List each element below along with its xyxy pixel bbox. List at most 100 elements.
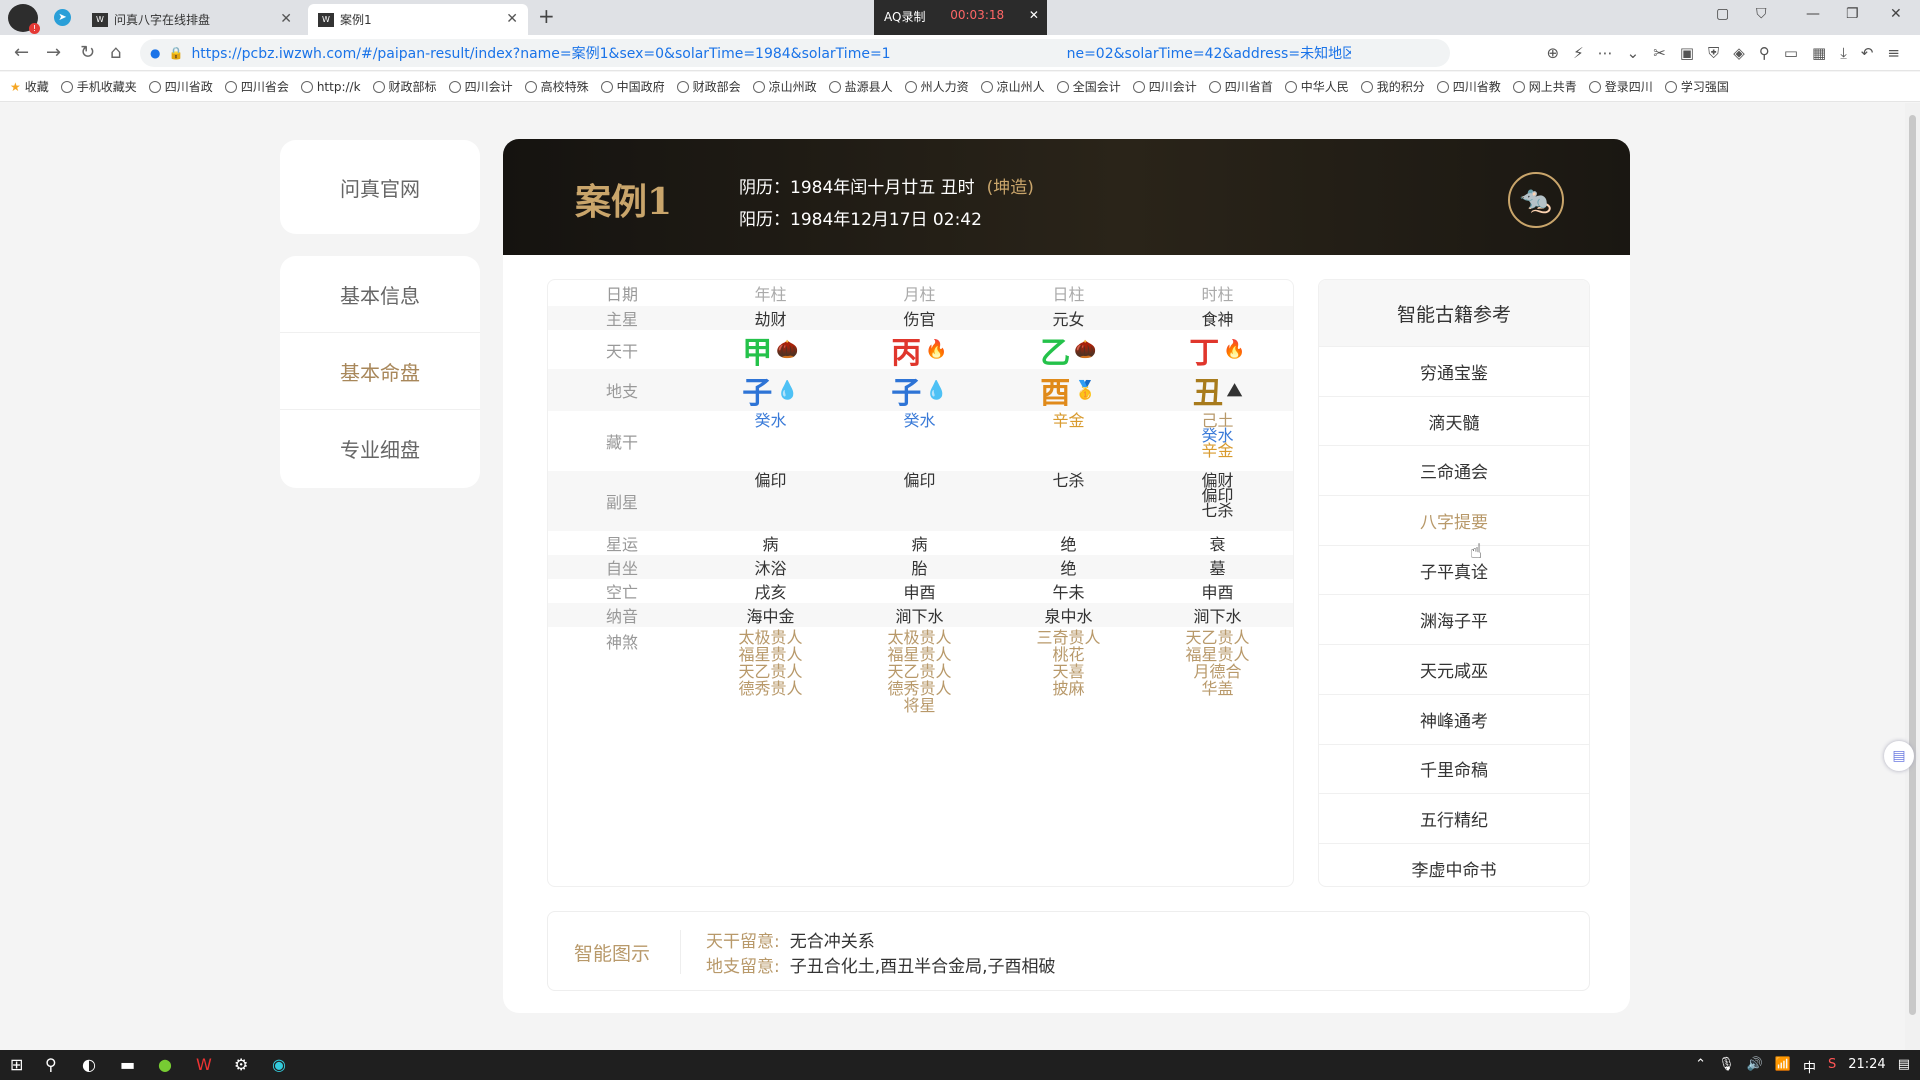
shensha-item[interactable]: 德秀贵人	[738, 680, 802, 697]
bookmark-item[interactable]: 网上共青	[1512, 78, 1577, 95]
book-item[interactable]: 天元咸巫	[1319, 644, 1589, 694]
scissors-icon[interactable]: ✂	[1653, 44, 1666, 62]
tab-count-icon[interactable]: ▢	[1716, 6, 1729, 22]
bookmark-item[interactable]: 我的积分	[1360, 78, 1425, 95]
windows-start-icon[interactable]: ⊞	[10, 1055, 23, 1074]
folder-icon[interactable]: ▬	[120, 1055, 135, 1074]
shensha-item[interactable]: 天乙贵人	[887, 663, 951, 680]
shensha-item[interactable]: 三奇贵人	[1036, 629, 1100, 646]
bookmark-item[interactable]: 四川会计	[1132, 78, 1197, 95]
chevron-down-icon[interactable]: ⌄	[1627, 44, 1640, 62]
shensha-item[interactable]: 月德合	[1193, 663, 1241, 680]
undo-icon[interactable]: ↶	[1861, 44, 1874, 62]
restore-button[interactable]: ❐	[1846, 6, 1859, 22]
address-bar[interactable]: ● 🔒 https://pcbz.iwzwh.com/#/paipan-resu…	[140, 39, 1450, 67]
book-item[interactable]: 五行精纪	[1319, 793, 1589, 843]
book-item[interactable]: 八字提要	[1319, 495, 1589, 545]
book-item[interactable]: 穷通宝鉴	[1319, 346, 1589, 396]
bookmark-item[interactable]: 手机收藏夹	[60, 78, 137, 95]
settings-gear-icon[interactable]: ⚙	[234, 1055, 248, 1074]
back-arrow-icon[interactable]: ←	[14, 42, 29, 63]
shensha-item[interactable]: 太极贵人	[738, 629, 802, 646]
bookmark-item[interactable]: 州人力资	[904, 78, 969, 95]
profile-avatar[interactable]: !	[8, 4, 40, 34]
shensha-item[interactable]: 福星贵人	[1185, 646, 1249, 663]
bookmark-item[interactable]: http://k	[300, 80, 361, 94]
shensha-item[interactable]: 桃花	[1052, 646, 1084, 663]
network-icon[interactable]: 📶	[1775, 1057, 1791, 1076]
home-icon[interactable]: ⌂	[110, 42, 121, 63]
chat-icon[interactable]: ▤	[1884, 741, 1914, 771]
book-item[interactable]: 神峰通考	[1319, 693, 1589, 744]
shensha-item[interactable]: 华盖	[1201, 680, 1233, 697]
shensha-item[interactable]: 太极贵人	[887, 629, 951, 646]
bookmark-item[interactable]: 中华人民	[1284, 78, 1349, 95]
shensha-item[interactable]: 将星	[903, 697, 935, 714]
mic-icon[interactable]: 🎙	[1718, 1057, 1735, 1076]
bookmark-item[interactable]: 四川省政	[148, 78, 213, 95]
tab-close-icon[interactable]: ✕	[506, 11, 518, 27]
recorder-close-icon[interactable]: ✕	[1029, 8, 1039, 25]
extension-icon[interactable]: ▣	[1680, 44, 1694, 62]
bookmark-item[interactable]: 盐源县人	[828, 78, 893, 95]
ime-indicator[interactable]: 中	[1803, 1057, 1816, 1076]
forward-arrow-icon[interactable]: →	[46, 42, 61, 63]
minimize-button[interactable]: —	[1806, 6, 1820, 22]
book-item[interactable]: 千里命稿	[1319, 743, 1589, 794]
shensha-item[interactable]: 天乙贵人	[1185, 629, 1249, 646]
bookmark-item[interactable]: 高校特殊	[524, 78, 589, 95]
book-item[interactable]: 渊海子平	[1319, 594, 1589, 644]
antivirus-icon[interactable]: S	[1828, 1057, 1836, 1076]
window-icon[interactable]: ▭	[1784, 44, 1798, 62]
telegram-icon[interactable]: ➤	[54, 9, 71, 26]
search-icon[interactable]: ⚲	[45, 1055, 57, 1074]
more-icon[interactable]: ⋯	[1598, 44, 1613, 62]
bookmark-item[interactable]: 财政部标	[372, 78, 437, 95]
wps-icon[interactable]: W	[196, 1055, 212, 1074]
menu-icon[interactable]: ≡	[1887, 44, 1900, 62]
bookmark-item[interactable]: 财政部会	[676, 78, 741, 95]
chevron-up-icon[interactable]: ⌃	[1695, 1057, 1706, 1076]
pin-icon[interactable]: ⛉	[1756, 6, 1767, 22]
bookmark-item[interactable]: 四川省教	[1436, 78, 1501, 95]
game-icon[interactable]: ◈	[1733, 44, 1745, 62]
menu-item-basic-chart[interactable]: 基本命盘	[280, 333, 480, 410]
bookmark-item[interactable]: 四川会计	[448, 78, 513, 95]
bookmark-item[interactable]: ★ 收藏	[10, 78, 49, 95]
shensha-item[interactable]: 德秀贵人	[887, 680, 951, 697]
book-item[interactable]: 滴天髓	[1319, 395, 1589, 446]
scrollbar-thumb[interactable]	[1909, 115, 1916, 1015]
bookmark-item[interactable]: 学习强国	[1664, 78, 1729, 95]
zoom-icon[interactable]: ⊕	[1547, 44, 1560, 62]
bookmark-item[interactable]: 全国会计	[1056, 78, 1121, 95]
download-icon[interactable]: ⤓	[1840, 44, 1847, 62]
shensha-item[interactable]: 天乙贵人	[738, 663, 802, 680]
shensha-item[interactable]: 披麻	[1052, 680, 1084, 697]
book-item[interactable]: 子平真诠	[1319, 544, 1589, 595]
shensha-item[interactable]: 天喜	[1052, 663, 1084, 680]
bookmark-item[interactable]: 中国政府	[600, 78, 665, 95]
menu-item-pro-chart[interactable]: 专业细盘	[280, 410, 480, 487]
bookmark-item[interactable]: 四川省会	[224, 78, 289, 95]
edge-icon[interactable]: ◐	[82, 1055, 96, 1074]
page-scrollbar[interactable]	[1905, 103, 1920, 1050]
new-tab-button[interactable]: +	[538, 4, 555, 28]
bookmark-item[interactable]: 登录四川	[1588, 78, 1653, 95]
bookmark-item[interactable]: 凉山州人	[980, 78, 1045, 95]
tab-wenzhen[interactable]: W 问真八字在线排盘 ✕	[82, 4, 302, 35]
recorder-app-icon[interactable]: ◉	[272, 1055, 286, 1074]
bookmark-item[interactable]: 四川省首	[1208, 78, 1273, 95]
bookmark-item[interactable]: 凉山州政	[752, 78, 817, 95]
volume-icon[interactable]: 🔊	[1747, 1057, 1763, 1076]
menu-item-basic-info[interactable]: 基本信息	[280, 256, 480, 333]
reload-icon[interactable]: ↻	[80, 42, 95, 63]
search-icon[interactable]: ⚲	[1759, 44, 1770, 62]
shensha-item[interactable]: 福星贵人	[738, 646, 802, 663]
lightning-icon[interactable]: ⚡	[1573, 44, 1584, 62]
tab-close-icon[interactable]: ✕	[280, 11, 292, 27]
shield-ext-icon[interactable]: ⛨	[1708, 44, 1719, 62]
url-text[interactable]: https://pcbz.iwzwh.com/#/paipan-result/i…	[191, 43, 1351, 63]
wenzhen-home-link[interactable]: 问真官网	[280, 140, 480, 234]
clock[interactable]: 21:24	[1848, 1057, 1885, 1076]
shensha-item[interactable]: 福星贵人	[887, 646, 951, 663]
